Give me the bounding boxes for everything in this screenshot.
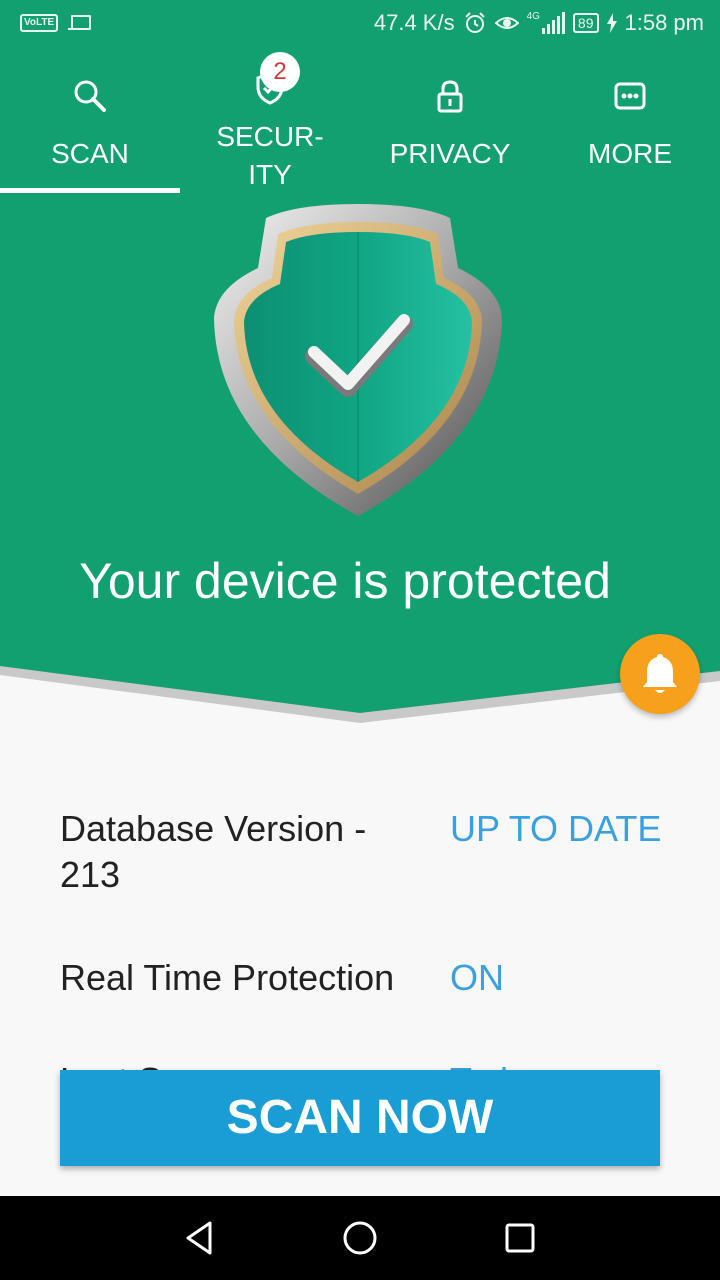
- volte-icon: VoLTE: [20, 14, 59, 32]
- tab-more[interactable]: MORE: [540, 48, 720, 193]
- tab-bar: SCAN 2 SECUR- ITY PRIVACY MORE: [0, 48, 720, 193]
- tab-privacy-label: PRIVACY: [389, 138, 511, 169]
- tab-security-label-line2: ITY: [248, 159, 292, 190]
- search-icon: [74, 80, 106, 112]
- recent-apps-icon[interactable]: [500, 1218, 540, 1258]
- shield-check-icon: [214, 204, 502, 516]
- status-right: 47.4 K/s 4G 89 1:58 pm: [374, 10, 704, 36]
- network-speed: 47.4 K/s: [373, 10, 455, 35]
- real-time-protection-row: Real Time Protection ON: [60, 955, 680, 1001]
- bell-icon: [643, 654, 677, 693]
- home-icon[interactable]: [340, 1218, 380, 1258]
- security-badge: 2: [260, 52, 300, 92]
- status-left: VoLTE: [20, 14, 92, 32]
- charging-icon: [606, 13, 617, 33]
- alarm-icon: [464, 12, 485, 33]
- real-time-protection-label: Real Time Protection: [60, 957, 395, 998]
- tab-more-label: MORE: [588, 138, 672, 169]
- database-version-label: Database Version - 213: [60, 808, 367, 895]
- status-bar: VoLTE 47.4 K/s 4G 89 1:58 pm: [0, 0, 720, 48]
- hero-section: Your device is protected: [0, 193, 720, 733]
- tab-security[interactable]: 2 SECUR- ITY: [180, 48, 360, 193]
- signal-icon: 4G: [527, 12, 565, 34]
- eye-icon: [494, 17, 519, 29]
- battery-icon: 89: [572, 13, 599, 33]
- navigation-bar: [0, 1196, 720, 1280]
- back-icon[interactable]: [180, 1218, 220, 1258]
- tab-scan-label: SCAN: [51, 138, 129, 169]
- tab-scan[interactable]: SCAN: [0, 48, 180, 193]
- real-time-protection-value: ON: [450, 957, 504, 998]
- clock: 1:58 pm: [624, 10, 705, 35]
- tab-security-label: SECUR-: [216, 121, 324, 152]
- scan-now-button[interactable]: SCAN NOW: [60, 1070, 660, 1166]
- signal-type: 4G: [526, 11, 540, 22]
- tab-privacy[interactable]: PRIVACY: [360, 48, 540, 193]
- more-icon: [614, 82, 646, 110]
- lock-icon: [437, 80, 463, 113]
- database-version-value: UP TO DATE: [450, 808, 662, 849]
- database-version-row: Database Version - 213 UP TO DATE: [60, 806, 680, 902]
- protection-status-title: Your device is protected: [79, 553, 611, 609]
- laptop-icon: [68, 15, 92, 31]
- notification-button[interactable]: [620, 634, 700, 714]
